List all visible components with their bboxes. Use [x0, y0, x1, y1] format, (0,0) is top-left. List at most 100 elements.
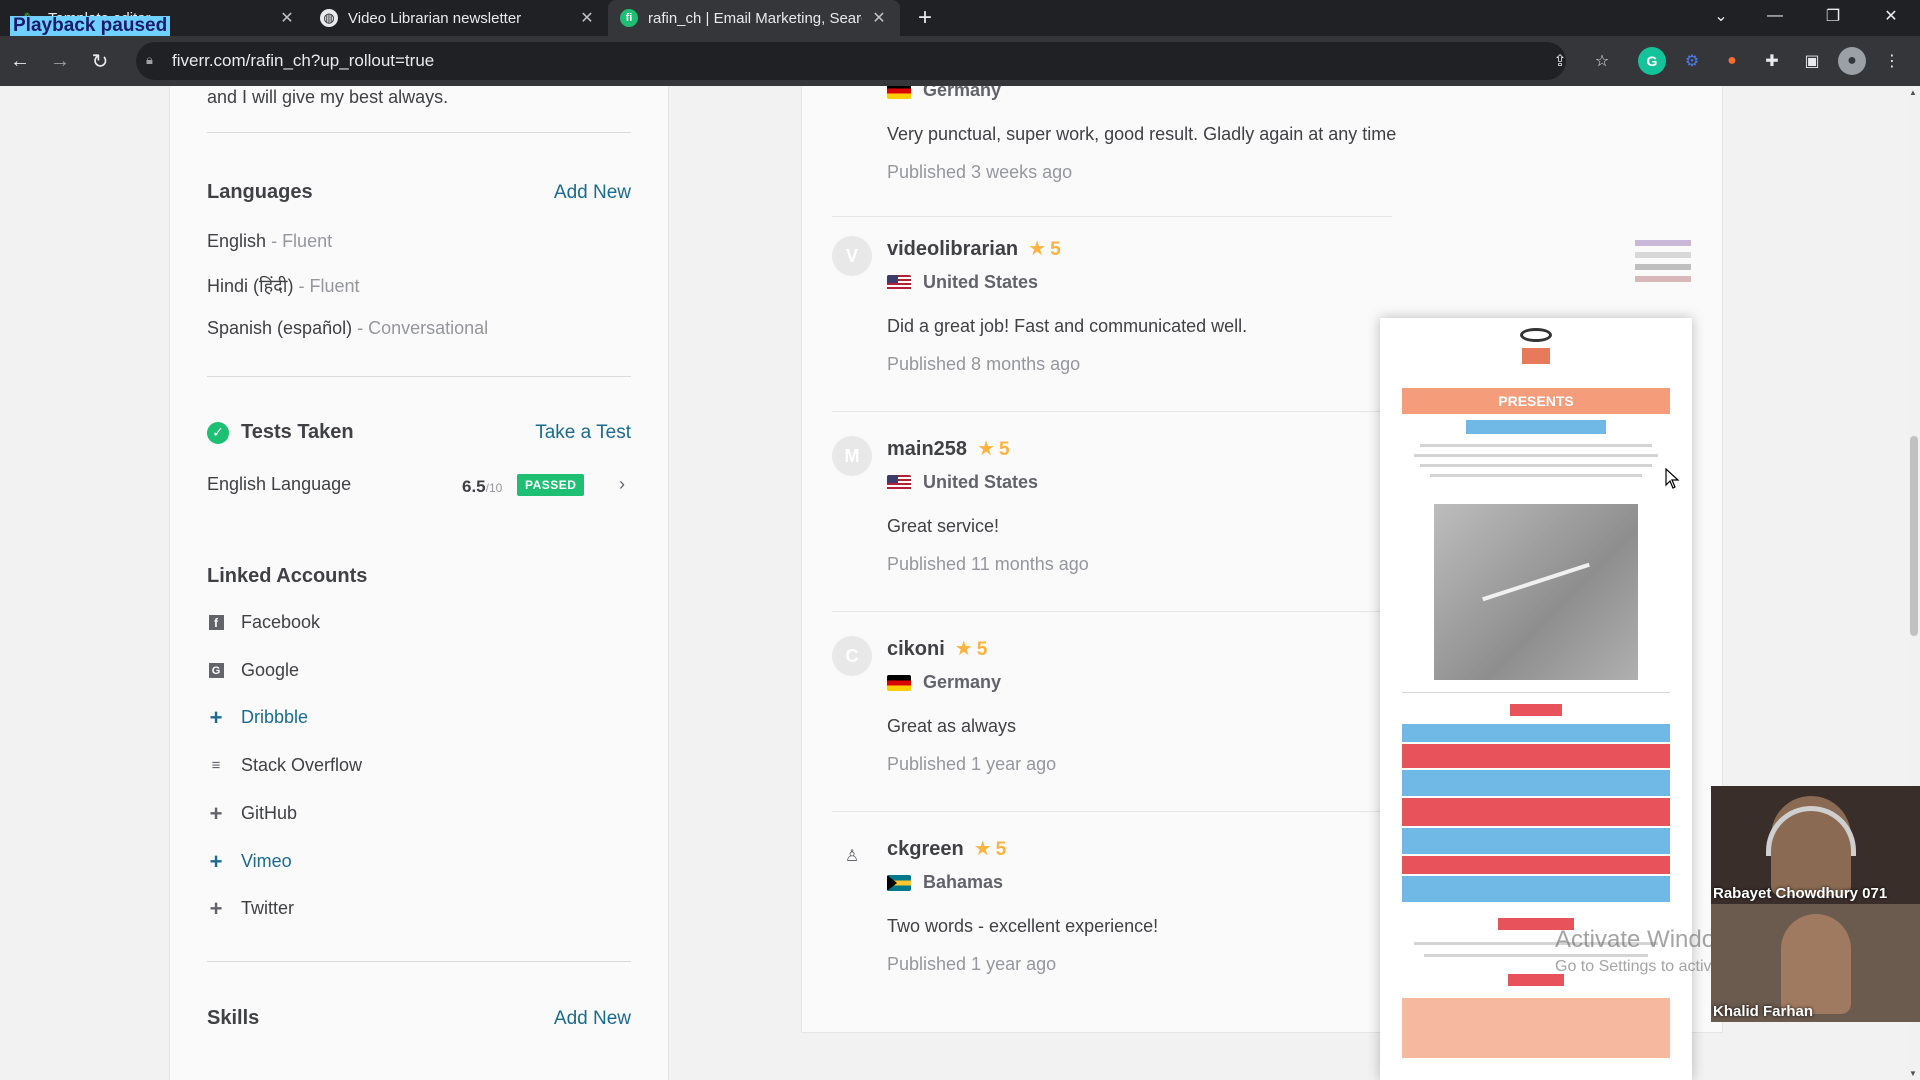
reviewer-name-row: main258 ★ 5	[887, 436, 1010, 461]
linked-account-vimeo[interactable]: + Vimeo	[207, 849, 292, 874]
logo-mark	[1522, 348, 1550, 364]
reviewer-name-row: videolibrarian ★ 5	[887, 236, 1061, 261]
fiverr-icon: fi	[620, 9, 638, 27]
window-close-button[interactable]: ✕	[1868, 0, 1914, 32]
review-rating: 5	[976, 639, 988, 660]
avatar[interactable]: ♙	[832, 836, 872, 876]
features-label	[1510, 704, 1562, 716]
features-row	[1402, 876, 1670, 902]
chevron-right-icon[interactable]: ›	[619, 474, 625, 495]
grammarly-icon[interactable]: G	[1638, 47, 1666, 75]
reload-button[interactable]: ↻	[84, 45, 116, 77]
webcam-person	[1781, 914, 1851, 1014]
review-text: Great service!	[887, 516, 1000, 536]
avatar[interactable]: V	[832, 236, 872, 276]
restore-button[interactable]: ❐	[1810, 0, 1856, 32]
features-row	[1402, 856, 1670, 874]
review-separator	[832, 611, 1392, 612]
share-icon[interactable]: ⇪	[1546, 47, 1574, 75]
participant-name: Rabayet Chowdhury 071	[1713, 885, 1888, 902]
reviewer-name[interactable]: ckgreen	[887, 838, 964, 860]
account-label: Dribbble	[241, 707, 309, 727]
description-text: and I will give my best always.	[207, 87, 449, 107]
tab-video-librarian[interactable]: ◍ Video Librarian newsletter ✕	[308, 0, 608, 36]
profile-avatar[interactable]: ●	[1838, 47, 1866, 75]
presents-heading: PRESENTS	[1402, 388, 1670, 414]
take-test-button[interactable]: Take a Test	[535, 422, 631, 444]
tab-fiverr-profile[interactable]: fi rafin_ch | Email Marketing, Searc ✕	[608, 0, 900, 36]
languages-title: Languages	[207, 181, 313, 203]
google-icon: G	[207, 662, 225, 680]
reviewer-country: United States	[887, 272, 1038, 293]
review-rating: 5	[1050, 239, 1061, 260]
review-text: Two words - excellent experience!	[887, 916, 1159, 936]
linked-account-stackoverflow[interactable]: ≡ Stack Overflow	[207, 755, 362, 776]
close-icon[interactable]: ✕	[870, 8, 888, 28]
language-item: Hindi (हिंदी) - Fluent	[207, 276, 360, 296]
review-attachment-thumbnail[interactable]	[1635, 236, 1691, 292]
add-skill-button[interactable]: Add New	[554, 1008, 631, 1030]
extension-record-icon[interactable]: ●	[1718, 47, 1746, 75]
check-circle-icon: ✓	[207, 421, 229, 444]
reviewer-country: Germany	[887, 86, 1001, 101]
webcam-tile: Rabayet Chowdhury 071	[1711, 786, 1920, 904]
scroll-down-icon[interactable]: ▼	[1909, 1069, 1917, 1078]
back-button[interactable]: ←	[4, 45, 36, 77]
forward-button[interactable]: →	[44, 45, 76, 77]
language-item: Spanish (español) - Conversational	[207, 318, 489, 338]
linked-account-twitter[interactable]: + Twitter	[207, 895, 295, 921]
plus-icon: +	[209, 800, 223, 826]
tab-title: Video Librarian newsletter	[348, 9, 522, 27]
features-row	[1402, 744, 1670, 768]
reviewer-name[interactable]: main258	[887, 438, 967, 460]
linked-account-google[interactable]: G Google	[207, 660, 299, 681]
tests-title: Tests Taken	[241, 421, 354, 443]
scroll-up-icon[interactable]: ▲	[1909, 88, 1917, 97]
avatar[interactable]: M	[832, 436, 872, 476]
bookmark-star-icon[interactable]: ☆	[1588, 47, 1616, 75]
add-language-button[interactable]: Add New	[554, 182, 631, 204]
review-text: Great as always	[887, 716, 1017, 736]
reviewer-name[interactable]: videolibrarian	[887, 238, 1018, 260]
url-text[interactable]: fiverr.com/rafin_ch?up_rollout=true	[172, 51, 434, 71]
linked-account-dribbble[interactable]: + Dribbble	[207, 704, 309, 730]
text-line	[1420, 464, 1652, 467]
language-level: Fluent	[282, 231, 333, 251]
ceiling-fan-image	[1434, 504, 1638, 680]
review-rating: 5	[999, 439, 1010, 460]
account-label: Stack Overflow	[241, 755, 363, 775]
account-label: Facebook	[241, 612, 321, 632]
plus-icon: +	[209, 704, 223, 730]
tab-search-icon[interactable]: ⌄	[1698, 0, 1744, 32]
close-icon[interactable]: ✕	[578, 8, 596, 28]
linked-account-facebook[interactable]: f Facebook	[207, 612, 320, 633]
browser-toolbar: ← → ↻ 🔒︎ fiverr.com/rafin_ch?up_rollout=…	[0, 36, 1920, 86]
lock-icon[interactable]: 🔒︎	[146, 52, 153, 68]
account-label: Vimeo	[241, 851, 292, 871]
side-panel-icon[interactable]: ▣	[1798, 47, 1826, 75]
review-text: Did a great job! Fast and communicated w…	[887, 316, 1248, 336]
address-bar[interactable]: 🔒︎ fiverr.com/rafin_ch?up_rollout=true	[136, 42, 1566, 80]
close-icon[interactable]: ✕	[278, 8, 296, 28]
review-date: Published 3 weeks ago	[887, 162, 1073, 182]
reviewer-name[interactable]: cikoni	[887, 638, 945, 660]
linked-account-github[interactable]: + GitHub	[207, 800, 297, 826]
scrollbar-thumb[interactable]	[1910, 436, 1918, 636]
menu-kebab-icon[interactable]: ⋮	[1878, 47, 1906, 75]
avatar[interactable]: C	[832, 636, 872, 676]
language-name: English	[207, 231, 267, 251]
tests-header: ✓ Tests Taken Take a Test	[207, 421, 631, 444]
language-level: Conversational	[368, 318, 489, 338]
extensions-puzzle-icon[interactable]: ✚	[1758, 47, 1786, 75]
linked-accounts-title: Linked Accounts	[207, 565, 368, 587]
text-line	[1430, 474, 1642, 477]
test-row[interactable]: English Language 6.5/10 PASSED ›	[207, 471, 631, 501]
extension-icon[interactable]: ⚙	[1678, 47, 1706, 75]
text-line	[1402, 692, 1670, 693]
plus-icon: +	[209, 895, 223, 921]
features-row	[1402, 798, 1670, 826]
account-label: Twitter	[241, 898, 295, 918]
new-tab-button[interactable]: +	[918, 4, 932, 32]
reviewer-name-row: ckgreen ★ 5	[887, 836, 1006, 861]
minimize-button[interactable]: —	[1752, 0, 1798, 32]
